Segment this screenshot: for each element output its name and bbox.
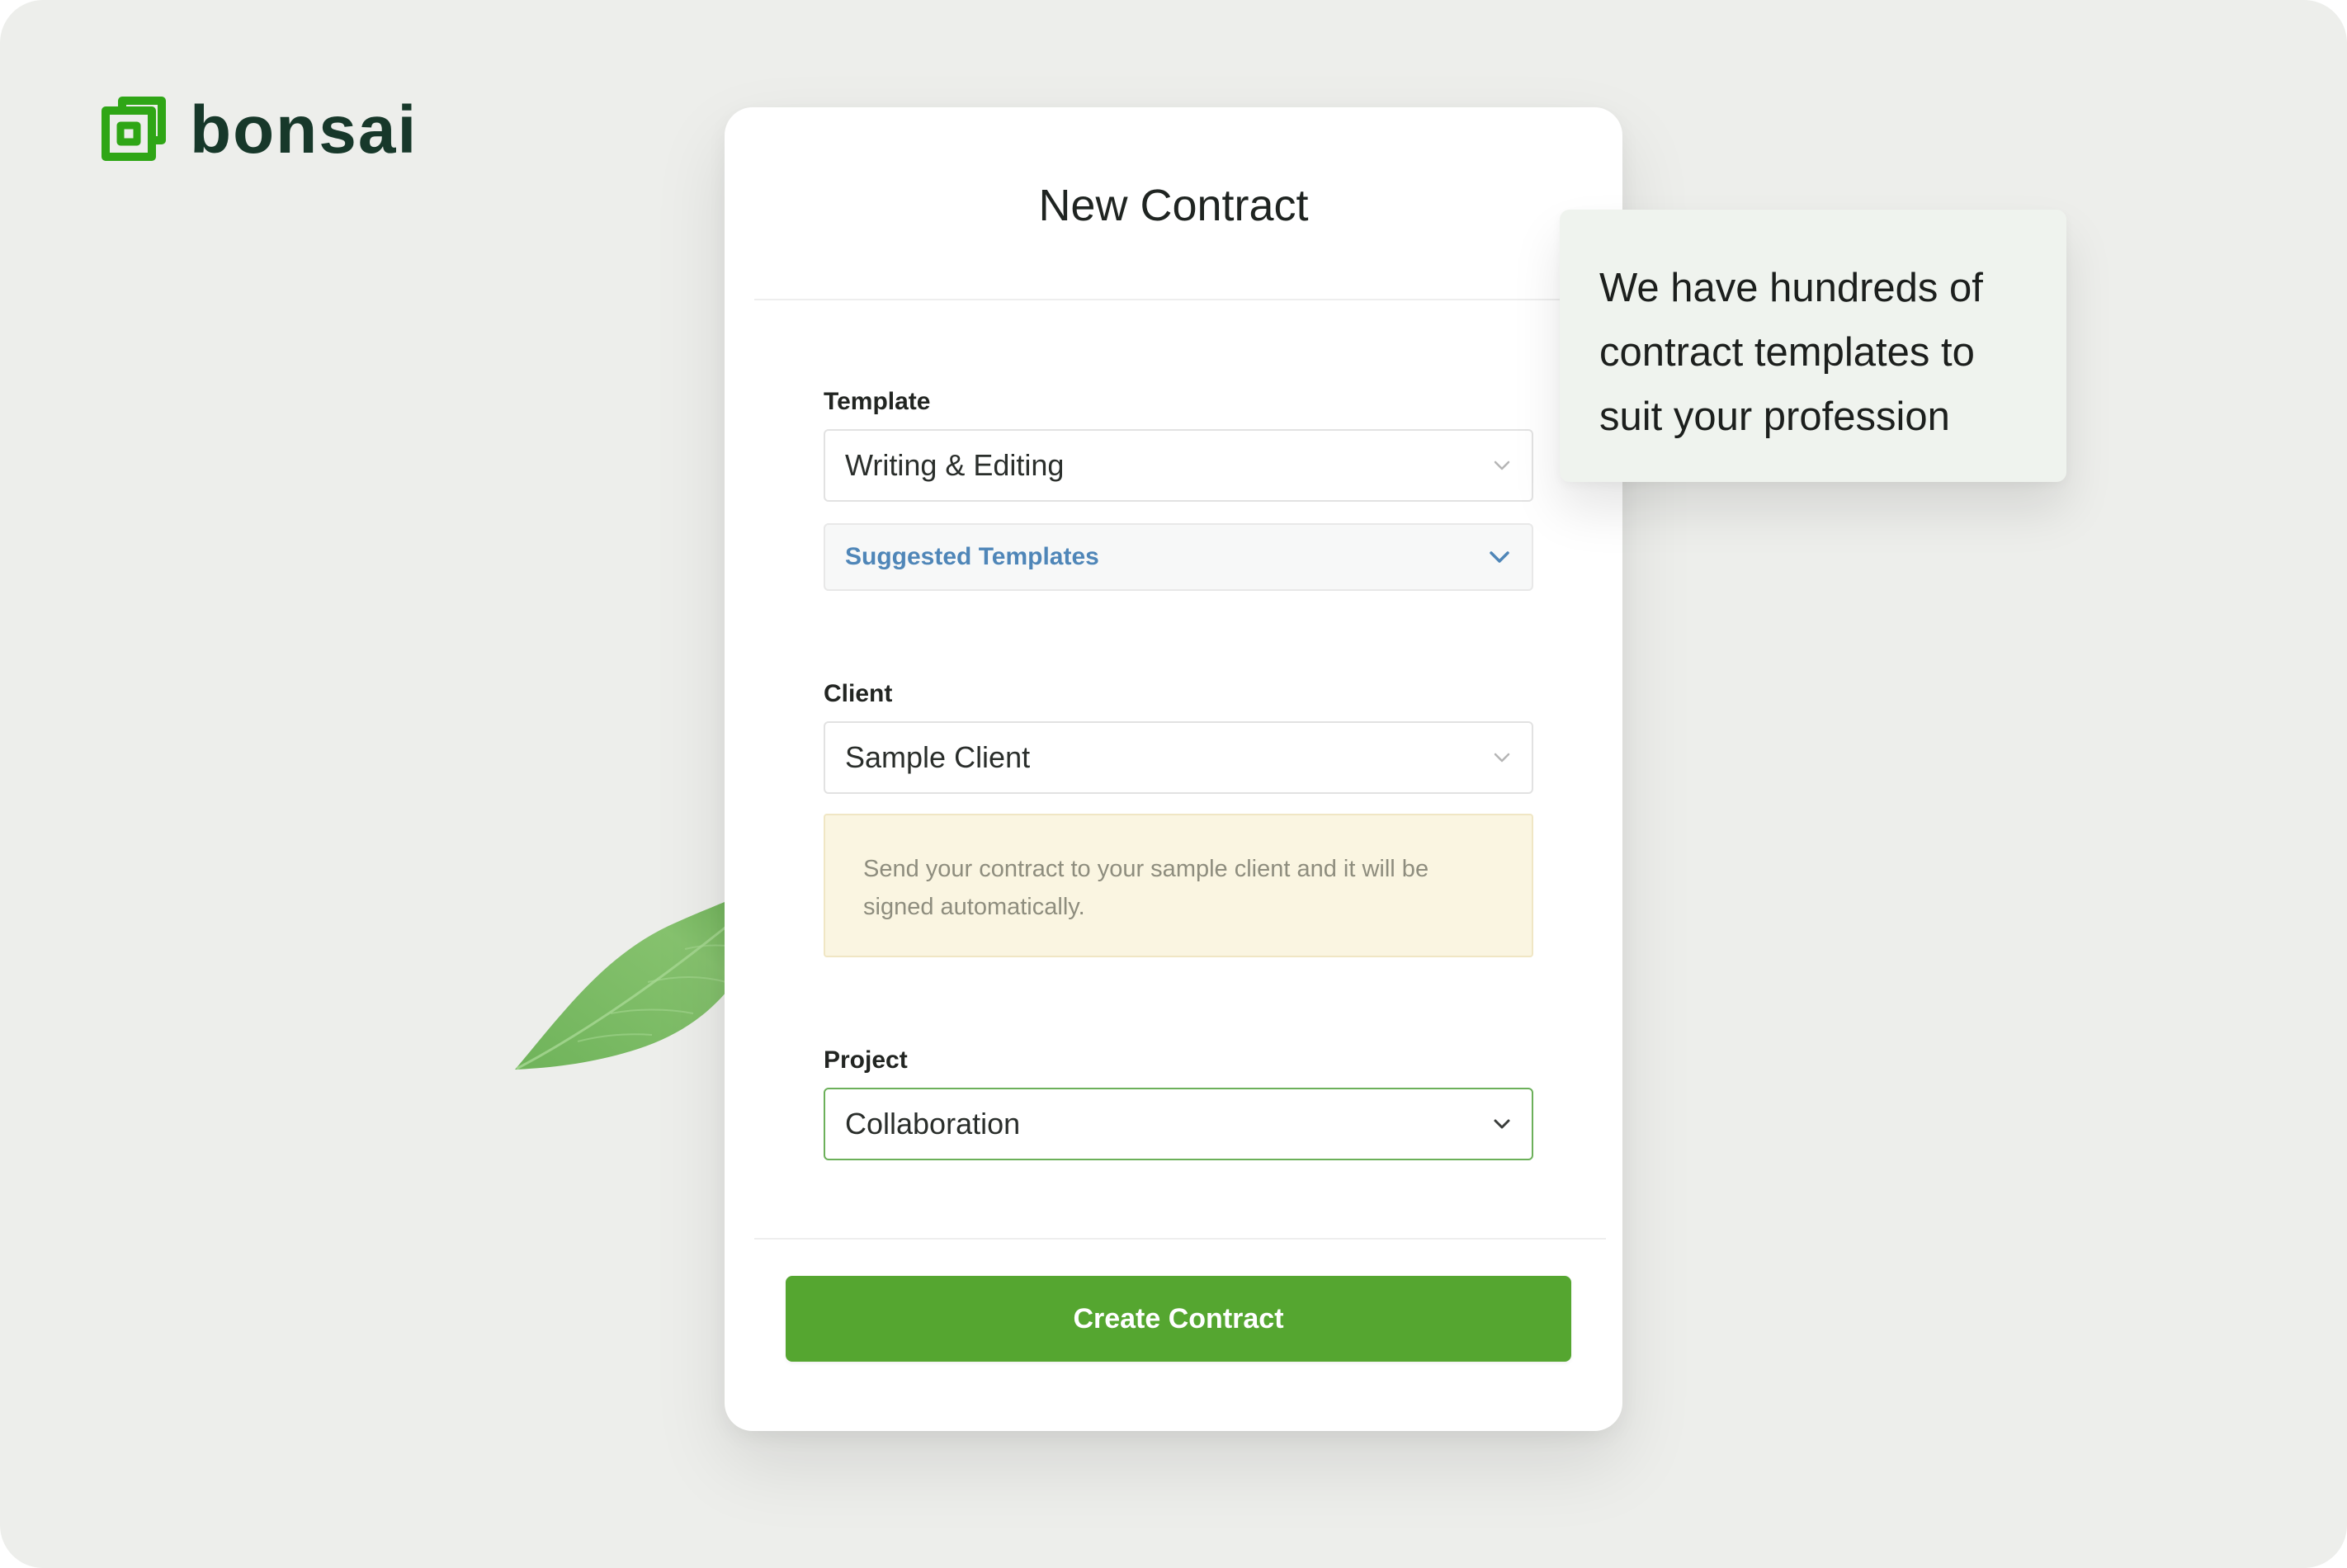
project-select[interactable]: Collaboration [824,1088,1533,1160]
template-select[interactable]: Writing & Editing [824,429,1533,502]
client-select-value: Sample Client [845,740,1031,774]
create-contract-button[interactable]: Create Contract [786,1276,1571,1362]
client-label: Client [824,680,893,707]
background-canvas: bonsai New Contract Template Writing & E… [0,0,2347,1568]
client-select[interactable]: Sample Client [824,721,1533,794]
suggested-templates-label: Suggested Templates [845,543,1099,570]
chevron-down-icon [1492,748,1512,767]
template-select-value: Writing & Editing [845,448,1065,482]
chevron-down-icon [1492,456,1512,475]
new-contract-card: New Contract Template Writing & Editing … [725,107,1622,1431]
chevron-down-icon [1492,1114,1512,1134]
header-divider [754,299,1606,300]
bonsai-logo[interactable]: bonsai [97,96,418,165]
footer-divider [754,1238,1606,1240]
project-label: Project [824,1046,908,1074]
template-label: Template [824,388,931,415]
bonsai-logo-icon [102,97,166,161]
suggested-templates-dropdown[interactable]: Suggested Templates [824,523,1533,591]
brand-name: bonsai [190,92,418,168]
sample-client-notice: Send your contract to your sample client… [824,814,1533,957]
templates-callout: We have hundreds of contract templates t… [1560,210,2066,482]
card-title: New Contract [1038,181,1309,230]
chevron-down-icon [1487,545,1512,569]
project-select-value: Collaboration [845,1107,1021,1141]
